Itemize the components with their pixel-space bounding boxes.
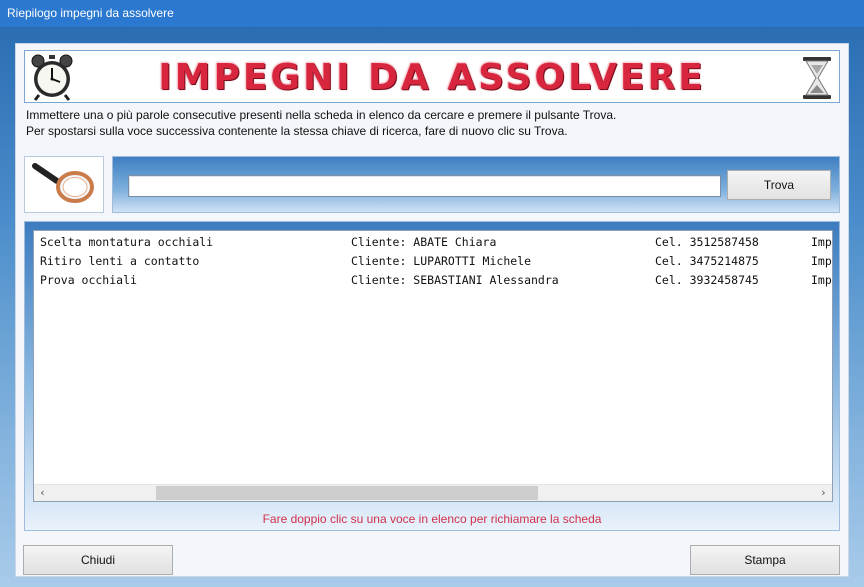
magnifier-icon [32, 163, 94, 203]
search-bar: Trova [112, 156, 840, 213]
list-item[interactable]: Ritiro lenti a contatto Cliente: LUPAROT… [34, 252, 832, 271]
item-phone: Cel. 3932458745 [655, 273, 759, 287]
horizontal-scrollbar[interactable]: ‹ › [34, 484, 832, 501]
banner: IMPEGNI DA ASSOLVERE [24, 50, 840, 103]
scroll-right-arrow-icon[interactable]: › [815, 485, 832, 501]
commitments-listbox[interactable]: Scelta montatura occhiali Cliente: ABATE… [33, 230, 833, 502]
item-client: Cliente: SEBASTIANI Alessandra [351, 273, 559, 287]
main-panel: IMPEGNI DA ASSOLVERE Immettere una o più… [15, 43, 849, 577]
magnifier-panel [24, 156, 104, 213]
item-client: Cliente: ABATE Chiara [351, 235, 497, 249]
search-input[interactable] [128, 175, 721, 197]
item-client: Cliente: LUPAROTTI Michele [351, 254, 532, 268]
item-extra: Imp [811, 273, 832, 287]
item-description: Prova occhiali [40, 273, 137, 287]
scroll-left-arrow-icon[interactable]: ‹ [34, 485, 51, 501]
instructions: Immettere una o più parole consecutive p… [26, 107, 836, 139]
close-button[interactable]: Chiudi [23, 545, 173, 575]
hourglass-icon [803, 57, 831, 99]
item-description: Ritiro lenti a contatto [40, 254, 200, 268]
item-extra: Imp [811, 254, 832, 268]
scrollbar-thumb[interactable] [156, 486, 538, 500]
window-title: Riepilogo impegni da assolvere [7, 6, 174, 20]
find-button[interactable]: Trova [727, 170, 831, 200]
window-title-bar: Riepilogo impegni da assolvere [0, 0, 864, 27]
item-phone: Cel. 3512587458 [655, 235, 759, 249]
item-phone: Cel. 3475214875 [655, 254, 759, 268]
instruction-line-2: Per spostarsi sulla voce successiva cont… [26, 124, 568, 138]
print-button[interactable]: Stampa [690, 545, 840, 575]
item-description: Scelta montatura occhiali [40, 235, 214, 249]
double-click-hint: Fare doppio clic su una voce in elenco p… [262, 512, 602, 526]
item-extra: Imp [811, 235, 832, 249]
list-area: Scelta montatura occhiali Cliente: ABATE… [24, 221, 840, 531]
list-item[interactable]: Prova occhiali Cliente: SEBASTIANI Aless… [34, 271, 832, 290]
instruction-line-1: Immettere una o più parole consecutive p… [26, 108, 617, 122]
window-body: IMPEGNI DA ASSOLVERE Immettere una o più… [0, 27, 864, 587]
list-rows: Scelta montatura occhiali Cliente: ABATE… [34, 233, 832, 290]
list-item[interactable]: Scelta montatura occhiali Cliente: ABATE… [34, 233, 832, 252]
banner-title: IMPEGNI DA ASSOLVERE [158, 57, 706, 98]
